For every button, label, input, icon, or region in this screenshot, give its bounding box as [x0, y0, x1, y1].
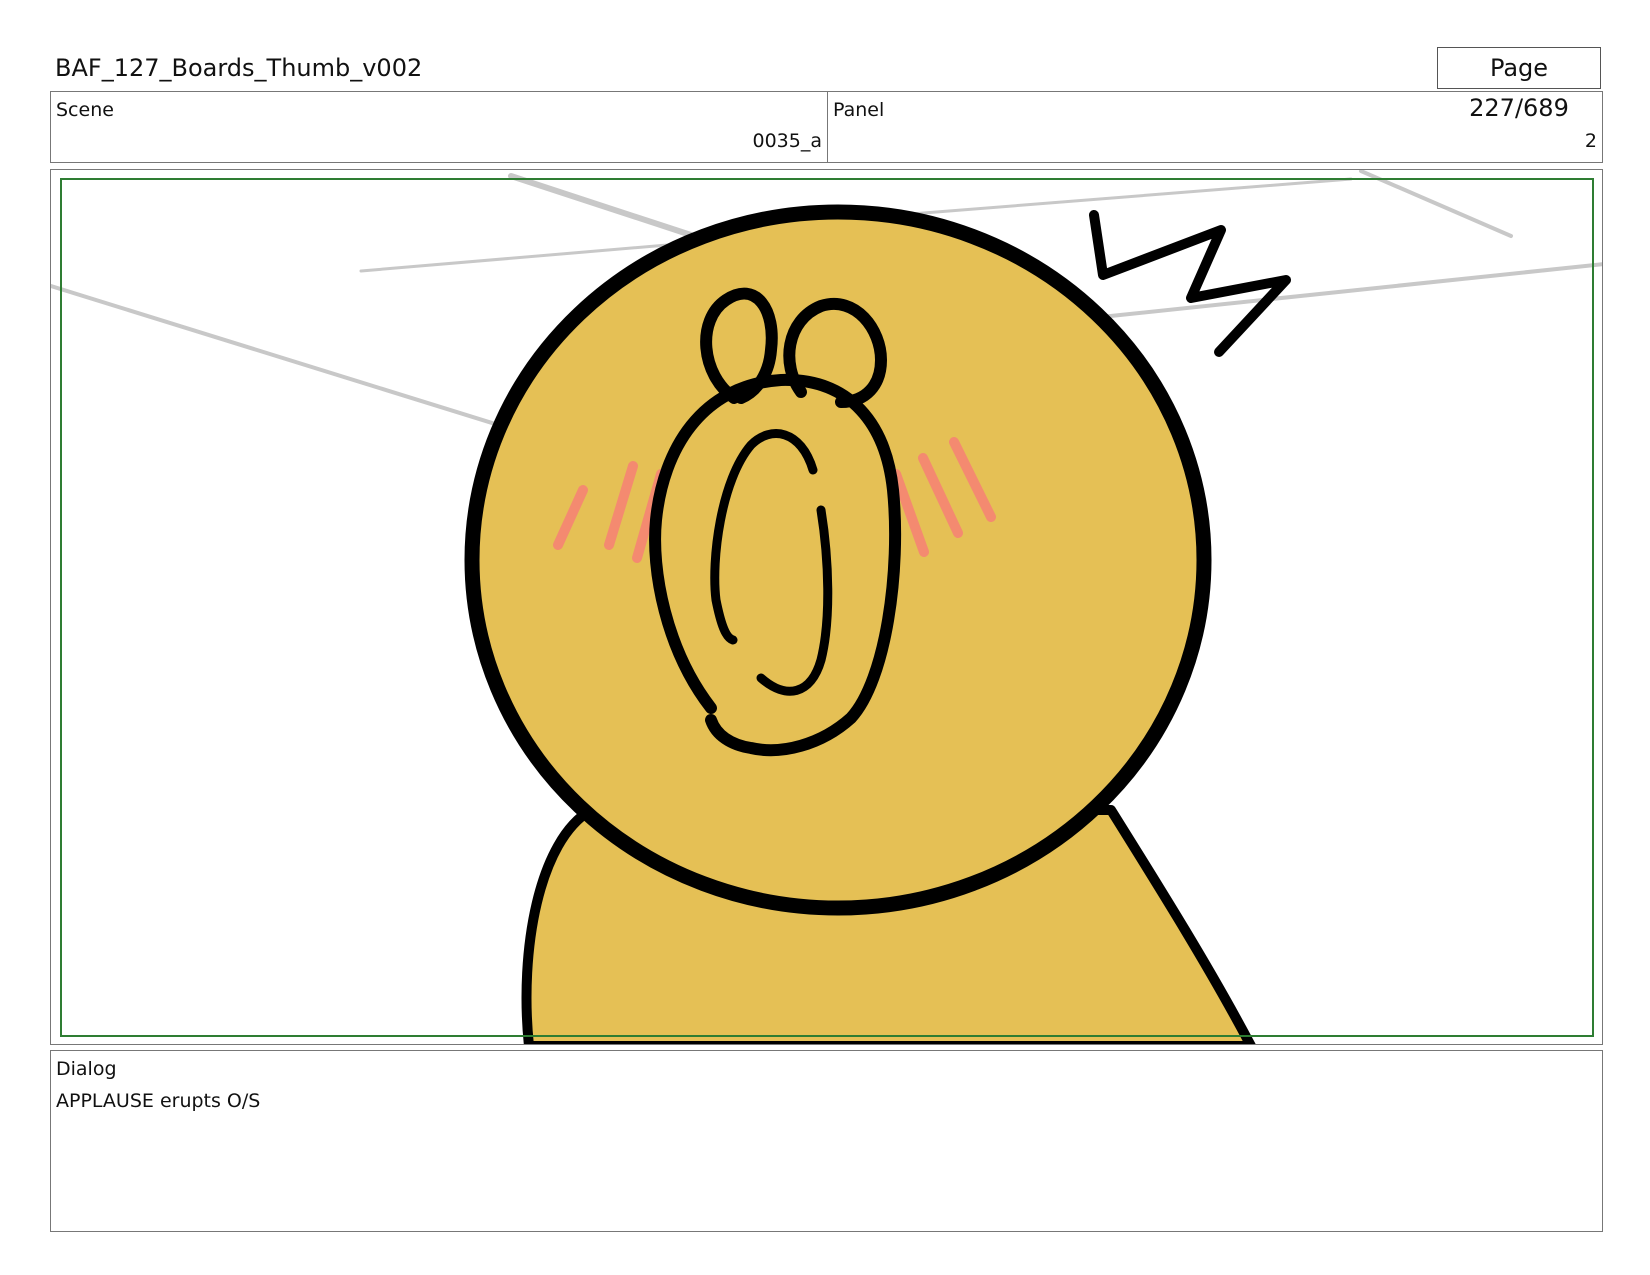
- scene-cell: Scene 0035_a: [51, 92, 828, 162]
- page-indicator: Page 227/689: [1437, 47, 1601, 122]
- document-title: BAF_127_Boards_Thumb_v002: [55, 54, 423, 82]
- info-row: Scene 0035_a Panel 2: [50, 91, 1603, 163]
- storyboard-frame: [50, 169, 1603, 1045]
- character-head: [464, 204, 1212, 916]
- panel-value: 2: [1584, 130, 1597, 152]
- panel-label: Panel: [833, 99, 885, 121]
- dialog-label: Dialog: [56, 1058, 117, 1080]
- storyboard-drawing: [51, 170, 1602, 1044]
- dialog-box: Dialog APPLAUSE erupts O/S: [50, 1050, 1603, 1232]
- scene-value: 0035_a: [752, 130, 823, 152]
- dialog-text: APPLAUSE erupts O/S: [56, 1090, 261, 1112]
- panel-cell: Panel 2: [828, 92, 1602, 162]
- scene-label: Scene: [56, 99, 114, 121]
